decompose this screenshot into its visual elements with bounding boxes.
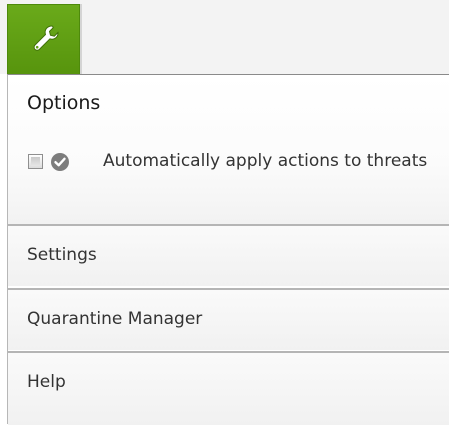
check-circle-icon [51,153,69,171]
menu-item-help[interactable]: Help [8,351,449,425]
menu-item-label: Settings [27,245,97,265]
options-section: Options Automatically apply actions to t… [8,75,449,224]
menu-item-label: Help [27,372,66,392]
auto-apply-checkbox[interactable] [28,154,43,169]
menu-item-label: Quarantine Manager [27,309,203,329]
tools-menu: Options Automatically apply actions to t… [7,74,449,425]
wrench-icon [33,25,59,51]
menu-item-quarantine-manager[interactable]: Quarantine Manager [8,288,449,350]
menu-item-settings[interactable]: Settings [8,224,449,286]
auto-apply-label[interactable]: Automatically apply actions to threats [103,148,433,175]
top-toolbar [0,0,449,75]
tools-tab[interactable] [7,4,80,75]
tab-separator [80,4,82,74]
options-title: Options [27,92,101,114]
